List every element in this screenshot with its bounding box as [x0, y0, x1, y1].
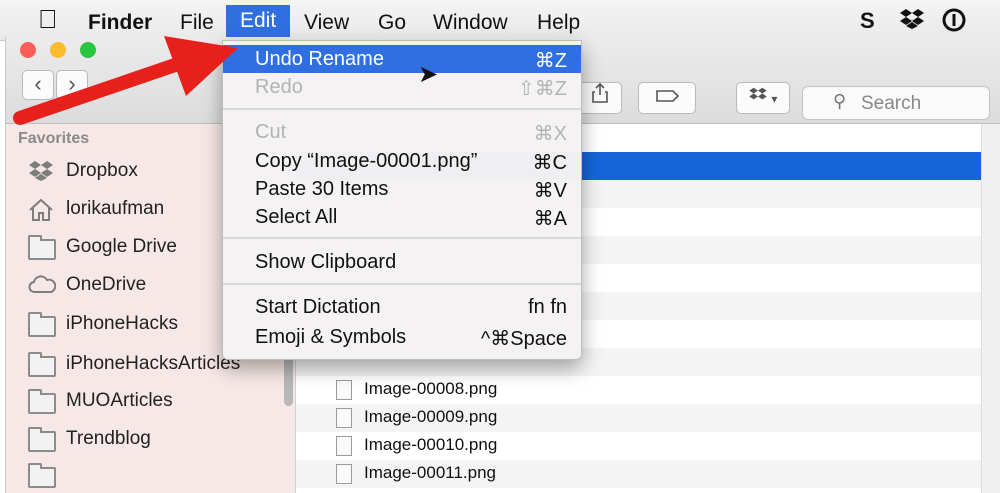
- search-placeholder: Search: [861, 93, 922, 114]
- zoom-button[interactable]: [80, 42, 96, 58]
- menu-item-shortcut: ^⌘Space: [480, 328, 567, 350]
- sidebar-section-title: Favorites: [18, 130, 90, 147]
- cloud-icon: [28, 274, 57, 296]
- menu-separator: [223, 237, 581, 239]
- menu-item-redo: Redo ⇧⌘Z: [223, 73, 581, 101]
- sidebar-item-label: Trendblog: [66, 428, 151, 449]
- menu-window[interactable]: Window: [433, 9, 508, 39]
- sidebar-item-label: Google Drive: [66, 236, 177, 257]
- home-icon: [28, 198, 54, 221]
- menu-go[interactable]: Go: [378, 9, 406, 39]
- menu-item-label: Redo: [255, 76, 303, 98]
- file-name: Image-00010.png: [364, 435, 498, 454]
- table-row[interactable]: Image-00010.png: [296, 432, 986, 460]
- table-row[interactable]: Image-00009.png: [296, 404, 986, 432]
- menu-item-undo-rename[interactable]: Undo Rename ⌘Z: [223, 45, 581, 73]
- folder-icon: [28, 235, 56, 260]
- menu-item-shortcut: ⌘V: [533, 180, 567, 202]
- dropbox-icon: [28, 160, 54, 182]
- menu-item-label: Cut: [255, 121, 287, 143]
- file-list-scrollbar[interactable]: [981, 124, 1000, 493]
- file-name: Image-00009.png: [364, 407, 498, 426]
- menu-item-label: Start Dictation: [255, 296, 381, 318]
- sidebar-item-label: MUOArticles: [66, 390, 173, 411]
- png-file-icon: [336, 464, 352, 484]
- menu-finder[interactable]: Finder: [88, 9, 152, 39]
- menu-edit[interactable]: Edit: [226, 5, 291, 39]
- png-file-icon: [336, 408, 352, 428]
- sidebar-item-label: Dropbox: [66, 160, 138, 181]
- menu-item-label: Undo Rename: [255, 48, 384, 70]
- menu-item-shortcut: ⌘X: [533, 123, 567, 145]
- menu-bar:  Finder File Edit View Go Window Help S: [0, 0, 1000, 41]
- file-name: Image-00011.png: [364, 463, 497, 482]
- menu-file[interactable]: File: [180, 9, 214, 39]
- menu-item-shortcut: ⌘A: [533, 208, 567, 230]
- folder-icon: [28, 389, 56, 414]
- dropbox-icon: [748, 87, 767, 100]
- table-row[interactable]: Image-00011.png: [296, 460, 986, 488]
- sidebar-item-label: iPhoneHacksArticles: [66, 353, 241, 374]
- menu-item-cut: Cut ⌘X: [223, 118, 581, 146]
- folder-icon: [28, 463, 56, 488]
- sidebar-item-label: lorikaufman: [66, 198, 165, 219]
- menu-help[interactable]: Help: [537, 9, 580, 39]
- menu-item-label: Emoji & Symbols: [255, 326, 407, 348]
- menu-item-label: Select All: [255, 206, 338, 228]
- dropbox-icon[interactable]: [900, 8, 924, 36]
- skype-s-icon[interactable]: S: [860, 8, 875, 34]
- tag-icon: [656, 90, 680, 102]
- dropbox-toolbar-button[interactable]: ▾: [736, 82, 790, 114]
- menu-item-shortcut: ⇧⌘Z: [518, 78, 567, 100]
- mouse-cursor-icon: ➤: [418, 61, 439, 88]
- menu-item-label: Paste 30 Items: [255, 178, 389, 200]
- folder-icon: [28, 352, 56, 377]
- share-button[interactable]: [578, 82, 622, 114]
- screen:  Finder File Edit View Go Window Help S…: [0, 0, 1000, 493]
- file-name: Image-00008.png: [364, 379, 498, 398]
- search-field[interactable]: ⚲ Search: [802, 86, 990, 120]
- png-file-icon: [336, 436, 352, 456]
- chevron-down-icon: ▾: [771, 92, 778, 106]
- menu-item-show-clipboard[interactable]: Show Clipboard: [223, 248, 581, 276]
- share-icon: [592, 82, 608, 103]
- menu-item-paste[interactable]: Paste 30 Items ⌘V: [223, 175, 581, 203]
- search-icon: ⚲: [833, 91, 847, 111]
- menu-item-select-all[interactable]: Select All ⌘A: [223, 203, 581, 231]
- tags-button[interactable]: [638, 82, 696, 114]
- apple-icon[interactable]: : [38, 4, 58, 35]
- edit-menu: Undo Rename ⌘Z Redo ⇧⌘Z Cut ⌘X Copy “Ima…: [222, 40, 582, 360]
- menu-separator: [223, 283, 581, 285]
- folder-icon: [28, 427, 56, 452]
- minimize-button[interactable]: [50, 42, 66, 58]
- close-button[interactable]: [20, 42, 36, 58]
- table-row[interactable]: Image-00008.png: [296, 376, 986, 404]
- menu-item-emoji-symbols[interactable]: Emoji & Symbols ^⌘Space: [223, 323, 581, 351]
- 1password-icon[interactable]: [942, 8, 966, 38]
- menu-item-label: Copy “Image-00001.png”: [255, 150, 478, 172]
- menu-item-label: Show Clipboard: [255, 251, 397, 273]
- back-button[interactable]: ‹: [22, 70, 54, 100]
- menu-item-shortcut: ⌘C: [532, 152, 567, 174]
- png-file-icon: [336, 380, 352, 400]
- menu-item-shortcut: fn fn: [528, 296, 567, 318]
- forward-button[interactable]: ›: [56, 70, 88, 100]
- sidebar-item-label: OneDrive: [66, 274, 147, 295]
- menu-view[interactable]: View: [304, 9, 349, 39]
- folder-icon: [28, 312, 56, 337]
- menu-item-copy[interactable]: Copy “Image-00001.png” ⌘C: [223, 147, 581, 175]
- sidebar-item-label: iPhoneHacks: [66, 313, 178, 334]
- menu-separator: [223, 108, 581, 110]
- menu-item-shortcut: ⌘Z: [534, 50, 567, 72]
- menu-item-start-dictation[interactable]: Start Dictation fn fn: [223, 293, 581, 321]
